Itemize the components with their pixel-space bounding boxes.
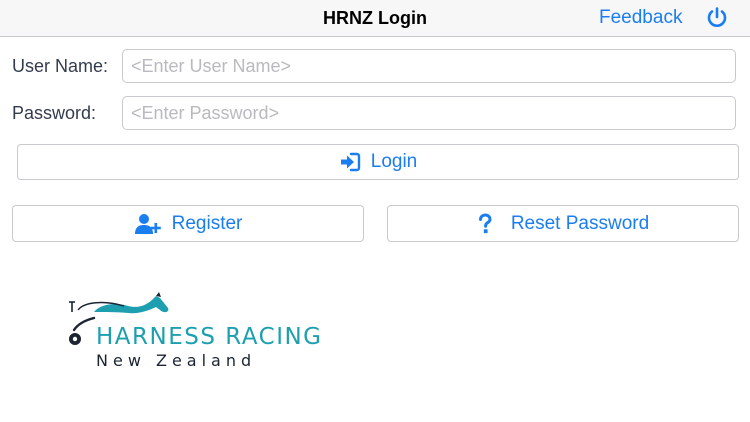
password-input[interactable] <box>122 96 736 130</box>
username-input[interactable] <box>122 49 736 83</box>
power-icon[interactable] <box>705 6 729 30</box>
navigation-bar: HRNZ Login Feedback <box>0 0 750 37</box>
logo-title: HARNESS RACING <box>96 324 323 350</box>
sign-in-icon <box>339 152 361 172</box>
logo-subtitle: New Zealand <box>96 351 257 370</box>
login-label: Login <box>370 151 418 172</box>
reset-password-button[interactable]: Reset Password <box>387 205 739 242</box>
password-label: Password: <box>12 103 97 123</box>
user-plus-icon <box>134 213 162 235</box>
register-button[interactable]: Register <box>12 205 364 242</box>
reset-password-label: Reset Password <box>510 212 650 234</box>
question-icon <box>477 212 493 235</box>
login-button[interactable]: Login <box>17 144 739 180</box>
register-label: Register <box>171 212 243 234</box>
feedback-button[interactable]: Feedback <box>599 0 682 36</box>
hrnz-logo: HARNESS RACING New Zealand <box>64 290 321 380</box>
username-label: User Name: <box>12 56 109 76</box>
